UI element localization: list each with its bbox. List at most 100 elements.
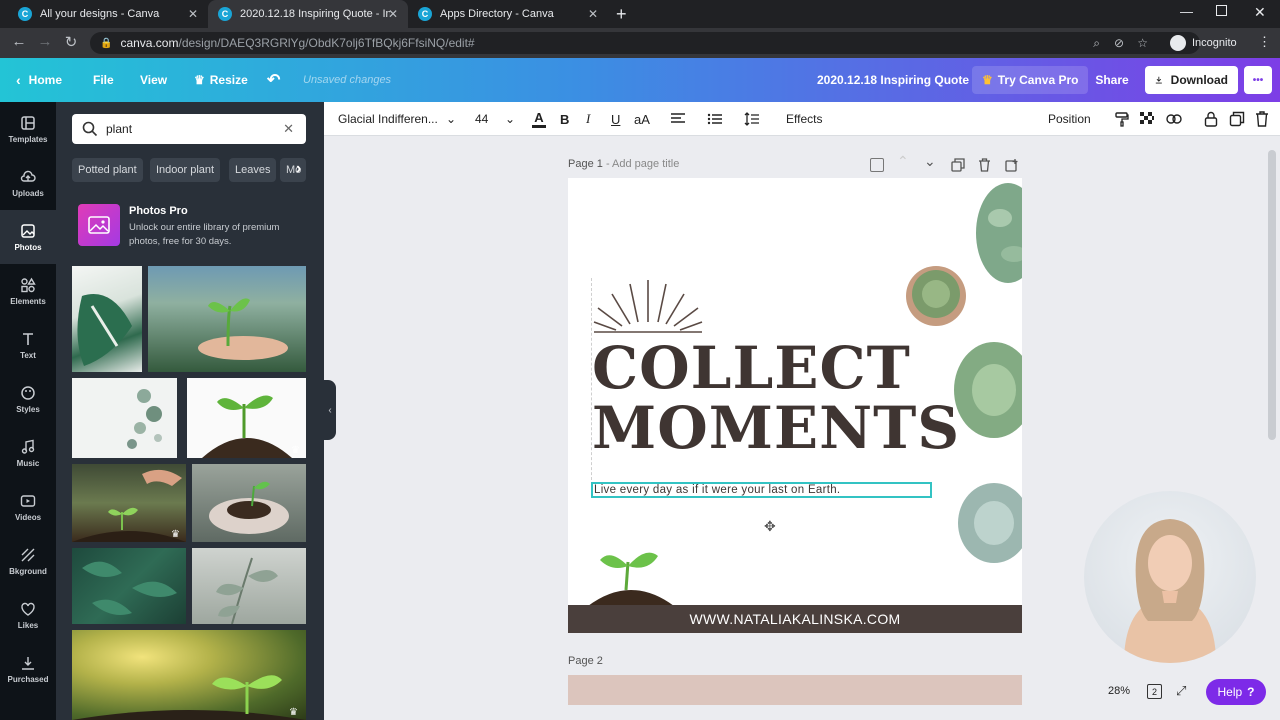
url-field[interactable]: 🔒 canva.com/design/DAEQ3RGRlYg/ObdK7olj6… [90, 32, 1200, 54]
paint-roller-icon[interactable] [1114, 102, 1130, 136]
page-down-icon[interactable]: ⌄ [924, 153, 936, 170]
delete-page-icon[interactable] [978, 158, 991, 172]
page-count-button[interactable]: 2 [1147, 684, 1162, 699]
duplicate-page-icon[interactable] [951, 158, 965, 172]
photos-pro-badge-icon[interactable] [78, 204, 120, 246]
zoom-search-icon[interactable]: ⌕ [1093, 36, 1100, 51]
browser-tab-quote[interactable]: C 2020.12.18 Inspiring Quote - Inspi ✕ [208, 0, 408, 28]
file-menu[interactable]: File [93, 58, 114, 102]
close-tab-icon[interactable]: ✕ [588, 7, 598, 21]
help-button[interactable]: Help ? [1206, 679, 1266, 705]
design-page-2[interactable] [568, 675, 1022, 705]
photo-monstera[interactable] [72, 266, 142, 372]
document-title[interactable]: 2020.12.18 Inspiring Quote [817, 58, 969, 102]
underline-icon[interactable]: U [611, 102, 620, 136]
subtitle-text[interactable]: Live every day as if it were your last o… [591, 482, 932, 498]
promo-title[interactable]: Photos Pro [129, 205, 188, 217]
font-family-select[interactable]: Glacial Indifferen... ⌄ [338, 102, 456, 136]
photo-green-leaves[interactable] [72, 548, 186, 624]
align-left-icon[interactable] [670, 102, 686, 136]
search-box[interactable]: plant ✕ [72, 114, 306, 144]
rail-styles[interactable]: Styles [0, 372, 56, 426]
close-tab-icon[interactable]: ✕ [188, 7, 198, 21]
page-title-input[interactable]: - Add page title [606, 158, 679, 170]
profile-label: Incognito [1192, 37, 1237, 49]
photo-sunlit-sprout[interactable]: ♛ [72, 630, 306, 720]
resize-button[interactable]: ♛ Resize [194, 58, 248, 102]
chip-leaves[interactable]: Leaves [229, 158, 277, 182]
photo-hand-seedling[interactable] [148, 266, 306, 372]
photo-hands-soil[interactable] [192, 464, 306, 542]
effects-button[interactable]: Effects [786, 102, 822, 136]
reload-icon[interactable]: ↻ [58, 33, 84, 51]
rail-music[interactable]: Music [0, 426, 56, 480]
rail-photos[interactable]: Photos [0, 210, 56, 264]
chip-indoor-plant[interactable]: Indoor plant [150, 158, 221, 182]
photo-watering-sprout[interactable]: ♛ [72, 464, 186, 542]
list-icon[interactable] [707, 102, 723, 136]
url-host: canva.com [120, 36, 179, 50]
browser-tab-apps[interactable]: C Apps Directory - Canva ✕ [408, 0, 608, 28]
chips-next-icon[interactable]: › [296, 160, 301, 178]
new-tab-icon[interactable]: + [616, 4, 627, 25]
eye-off-icon[interactable]: ⊘ [1114, 36, 1124, 50]
link-icon[interactable] [1166, 102, 1182, 136]
forward-icon[interactable]: → [32, 33, 58, 50]
more-options-button[interactable]: ••• [1244, 66, 1272, 94]
zoom-level[interactable]: 28% [1108, 685, 1130, 697]
seedling-image[interactable] [586, 546, 676, 606]
position-button[interactable]: Position [1048, 102, 1091, 136]
view-menu[interactable]: View [140, 58, 167, 102]
photo-scattered-leaves[interactable] [72, 378, 177, 458]
incognito-profile[interactable]: Incognito [1170, 33, 1237, 53]
lock-icon[interactable] [1204, 102, 1218, 136]
rail-likes[interactable]: Likes [0, 588, 56, 642]
restore-icon[interactable] [1216, 5, 1227, 16]
rail-purchased[interactable]: Purchased [0, 642, 56, 696]
footer-band[interactable]: WWW.NATALIAKALINSKA.COM [568, 605, 1022, 633]
move-handle-icon[interactable]: ✥ [764, 518, 776, 535]
fullscreen-icon[interactable]: ⤢ [1176, 683, 1186, 699]
collapse-panel-button[interactable]: ‹ [324, 380, 336, 440]
rail-background[interactable]: Bkground [0, 534, 56, 588]
bookmark-star-icon[interactable]: ☆ [1137, 36, 1148, 50]
duplicate-icon[interactable] [1229, 102, 1245, 136]
chip-potted-plant[interactable]: Potted plant [72, 158, 143, 182]
trash-icon[interactable] [1255, 102, 1269, 136]
window-close-icon[interactable]: ✕ [1254, 4, 1266, 21]
rail-templates[interactable]: Templates [0, 102, 56, 156]
chip-more[interactable]: Mo [280, 158, 306, 182]
photo-sage-leaves[interactable] [192, 548, 306, 624]
rail-text[interactable]: Text [0, 318, 56, 372]
minimize-icon[interactable]: — [1180, 4, 1193, 19]
design-page-1[interactable]: COLLECT MOMENTS Live every day as if it … [568, 178, 1022, 633]
browser-tab-designs[interactable]: C All your designs - Canva ✕ [8, 0, 208, 28]
rail-elements[interactable]: Elements [0, 264, 56, 318]
share-button[interactable]: Share [1086, 66, 1138, 94]
page-notes-icon[interactable] [870, 158, 884, 172]
add-page-icon[interactable] [1005, 158, 1019, 172]
try-canva-pro-button[interactable]: ♛ Try Canva Pro [972, 66, 1089, 94]
spacing-icon[interactable] [744, 102, 760, 136]
rail-uploads[interactable]: Uploads [0, 156, 56, 210]
canvas-scrollbar[interactable] [1268, 150, 1276, 440]
search-input[interactable]: plant [106, 122, 132, 136]
download-button[interactable]: Download [1145, 66, 1238, 94]
clear-search-icon[interactable]: ✕ [283, 121, 294, 137]
back-icon[interactable]: ← [6, 33, 32, 50]
italic-icon[interactable]: I [586, 102, 590, 136]
sunburst-graphic[interactable] [592, 278, 704, 336]
text-color-button[interactable]: A [532, 102, 546, 136]
transparency-icon[interactable] [1140, 102, 1154, 136]
undo-icon[interactable]: ↶ [267, 58, 280, 102]
home-button[interactable]: ‹ Home [16, 58, 62, 102]
browser-menu-icon[interactable]: ⋮ [1258, 34, 1271, 50]
headline-text[interactable]: COLLECT MOMENTS [592, 338, 960, 458]
font-size-select[interactable]: 44 ⌄ [475, 102, 515, 136]
rail-videos[interactable]: Videos [0, 480, 56, 534]
page-up-icon[interactable]: ⌃ [897, 153, 909, 170]
letter-case-icon[interactable]: aA [634, 102, 650, 136]
close-tab-icon[interactable]: ✕ [388, 7, 398, 21]
photo-sprout-soil[interactable]: ♛ [187, 378, 306, 458]
bold-icon[interactable]: B [560, 102, 569, 136]
